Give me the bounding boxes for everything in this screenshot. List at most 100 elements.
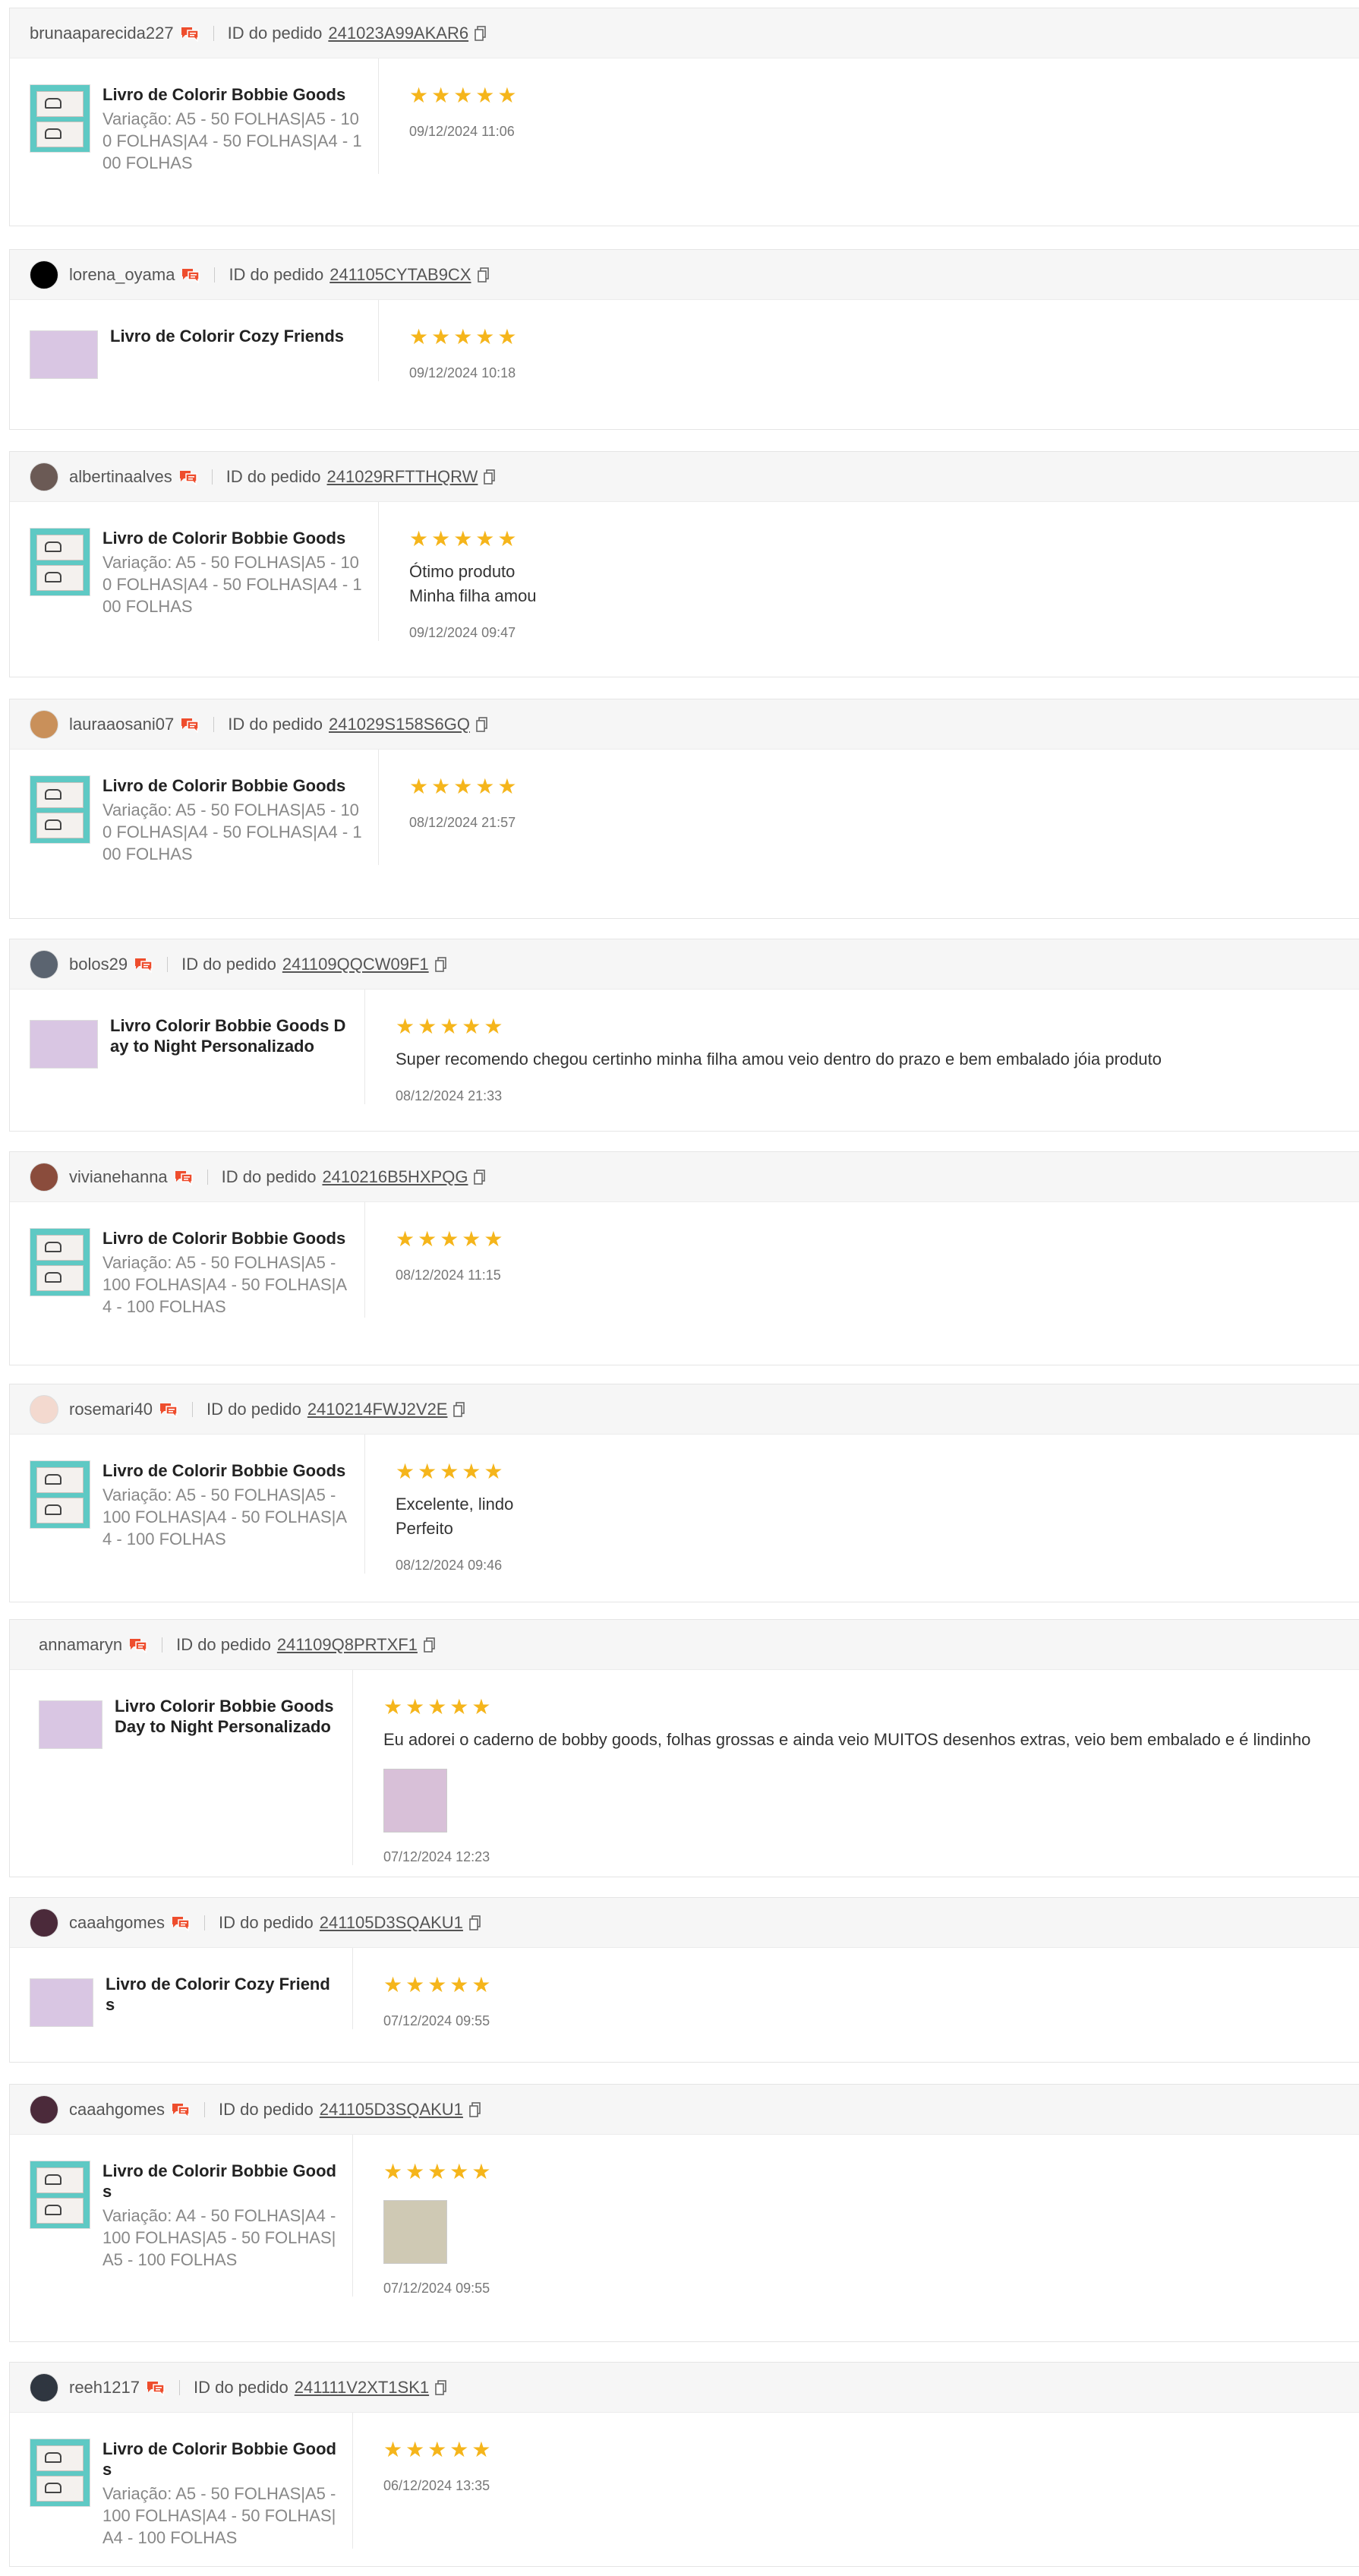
order-id-link[interactable]: 241105D3SQAKU1 [320, 1913, 463, 1933]
product-thumbnail[interactable] [30, 2161, 90, 2229]
avatar[interactable] [30, 462, 58, 491]
product-variation: Variação: A5 - 50 FOLHAS|A5 - 100 FOLHAS… [102, 2484, 336, 2547]
product-name[interactable]: Livro de Colorir Bobbie Goods [102, 2161, 337, 2202]
product-info: Livro de Colorir Bobbie Goods Variação: … [102, 528, 378, 641]
product-info: Livro Colorir Bobbie Goods Day to Night … [115, 1696, 352, 1865]
chat-icon[interactable] [174, 1169, 194, 1185]
chat-icon[interactable] [180, 716, 200, 733]
product-name[interactable]: Livro de Colorir Cozy Friends [106, 1974, 337, 2015]
avatar[interactable] [30, 949, 58, 979]
avatar[interactable] [30, 1908, 58, 1937]
avatar[interactable] [30, 709, 58, 739]
order-id-link[interactable]: 241023A99AKAR6 [328, 24, 468, 43]
copy-icon[interactable] [476, 716, 488, 732]
avatar[interactable] [30, 1394, 58, 1424]
username[interactable]: lauraaosani07 [69, 715, 174, 734]
avatar[interactable] [30, 260, 58, 289]
review-body: Livro de Colorir Bobbie Goods Variação: … [10, 2413, 1359, 2549]
star-rating: ★★★★★ [396, 1015, 506, 1038]
order-id-link[interactable]: 241029RFTTHQRW [327, 467, 478, 487]
copy-icon[interactable] [434, 956, 447, 972]
product-name[interactable]: Livro de Colorir Bobbie Goods [102, 1460, 349, 1481]
order-id-link[interactable]: 2410214FWJ2V2E [307, 1400, 448, 1419]
review-photo[interactable] [383, 1769, 447, 1833]
username[interactable]: annamaryn [39, 1635, 122, 1655]
product-thumbnail[interactable] [30, 2439, 90, 2507]
chat-icon[interactable] [146, 2379, 166, 2396]
product-variation: Variação: A5 - 50 FOLHAS|A5 - 100 FOLHAS… [102, 553, 362, 616]
order-id-link[interactable]: 241105D3SQAKU1 [320, 2100, 463, 2120]
product-thumbnail[interactable] [30, 1978, 93, 2027]
username[interactable]: caaahgomes [69, 1913, 165, 1933]
copy-icon[interactable] [484, 469, 496, 485]
avatar[interactable] [30, 2372, 58, 2402]
review-card: caaahgomes ID do pedido 241105D3SQAKU1 L… [9, 1897, 1359, 2063]
star-rating: ★★★★★ [383, 2438, 494, 2461]
username[interactable]: lorena_oyama [69, 265, 175, 285]
review-card: vivianehanna ID do pedido 2410216B5HXPQG… [9, 1151, 1359, 1365]
username[interactable]: rosemari40 [69, 1400, 153, 1419]
username[interactable]: brunaaparecida227 [30, 24, 174, 43]
star-rating: ★★★★★ [409, 527, 520, 551]
username[interactable]: reeh1217 [69, 2378, 140, 2398]
chat-icon[interactable] [159, 1401, 178, 1418]
copy-icon[interactable] [453, 1401, 465, 1417]
product-thumbnail[interactable] [30, 775, 90, 844]
order-id-link[interactable]: 241029S158S6GQ [329, 715, 470, 734]
product-name[interactable]: Livro de Colorir Bobbie Goods [102, 1228, 349, 1249]
order-id-label: ID do pedido [218, 1912, 314, 1932]
review-photo[interactable] [383, 2200, 447, 2264]
review-text: Excelente, lindo Perfeito [396, 1495, 514, 1538]
product-name[interactable]: Livro Colorir Bobbie Goods Day to Night … [110, 1015, 349, 1056]
product-thumbnail[interactable] [30, 1228, 90, 1296]
product-thumbnail[interactable] [30, 1460, 90, 1529]
copy-icon[interactable] [475, 25, 487, 41]
product-name[interactable]: Livro de Colorir Bobbie Goods [102, 528, 363, 548]
avatar[interactable] [30, 2095, 58, 2124]
copy-icon[interactable] [474, 1169, 486, 1185]
product-name[interactable]: Livro de Colorir Bobbie Goods [102, 84, 363, 105]
username[interactable]: bolos29 [69, 955, 128, 974]
chat-icon[interactable] [180, 25, 200, 42]
product-name[interactable]: Livro Colorir Bobbie Goods Day to Night … [115, 1696, 337, 1737]
chat-icon[interactable] [171, 2101, 191, 2118]
copy-icon[interactable] [469, 1915, 481, 1930]
product-name[interactable]: Livro de Colorir Bobbie Goods [102, 2439, 337, 2480]
product-name[interactable]: Livro de Colorir Cozy Friends [110, 326, 344, 346]
review-date: 09/12/2024 09:47 [409, 625, 516, 640]
order-id-link[interactable]: 241105CYTAB9CX [330, 265, 471, 285]
chat-icon[interactable] [178, 469, 198, 485]
order-id-link[interactable]: 2410216B5HXPQG [322, 1167, 468, 1187]
chat-icon[interactable] [134, 956, 153, 973]
review-header: vivianehanna ID do pedido 2410216B5HXPQG [10, 1152, 1359, 1202]
chat-icon[interactable] [181, 267, 200, 283]
order-id-link[interactable]: 241109Q8PRTXF1 [277, 1635, 418, 1655]
product-thumbnail[interactable] [30, 84, 90, 153]
review-header: rosemari40 ID do pedido 2410214FWJ2V2E [10, 1384, 1359, 1435]
product-thumbnail[interactable] [30, 1020, 98, 1069]
order-id-link[interactable]: 241109QQCW09F1 [282, 955, 429, 974]
review-card: annamaryn ID do pedido 241109Q8PRTXF1 Li… [9, 1619, 1359, 1877]
divider [207, 1169, 208, 1185]
chat-icon[interactable] [128, 1637, 148, 1653]
review-body: Livro de Colorir Bobbie Goods Variação: … [10, 502, 1359, 641]
product-thumbnail[interactable] [30, 528, 90, 596]
copy-icon[interactable] [477, 267, 490, 283]
username[interactable]: caaahgomes [69, 2100, 165, 2120]
avatar[interactable] [30, 1162, 58, 1192]
chat-icon[interactable] [171, 1915, 191, 1931]
order-id-label: ID do pedido [221, 1166, 317, 1186]
review-body: Livro de Colorir Bobbie Goods Variação: … [10, 2135, 1359, 2297]
product-name[interactable]: Livro de Colorir Bobbie Goods [102, 775, 363, 796]
username[interactable]: vivianehanna [69, 1167, 168, 1187]
copy-icon[interactable] [424, 1637, 436, 1653]
username[interactable]: albertinaalves [69, 467, 172, 487]
product-thumbnail[interactable] [39, 1700, 102, 1749]
review-date: 07/12/2024 09:55 [383, 2281, 490, 2296]
product-thumbnail[interactable] [30, 330, 98, 379]
product-column: Livro de Colorir Bobbie Goods Variação: … [10, 2413, 353, 2549]
review-column: ★★★★★ 09/12/2024 10:18 [379, 300, 1359, 381]
copy-icon[interactable] [435, 2379, 447, 2395]
copy-icon[interactable] [469, 2101, 481, 2117]
order-id-link[interactable]: 241111V2XT1SK1 [295, 2378, 429, 2398]
